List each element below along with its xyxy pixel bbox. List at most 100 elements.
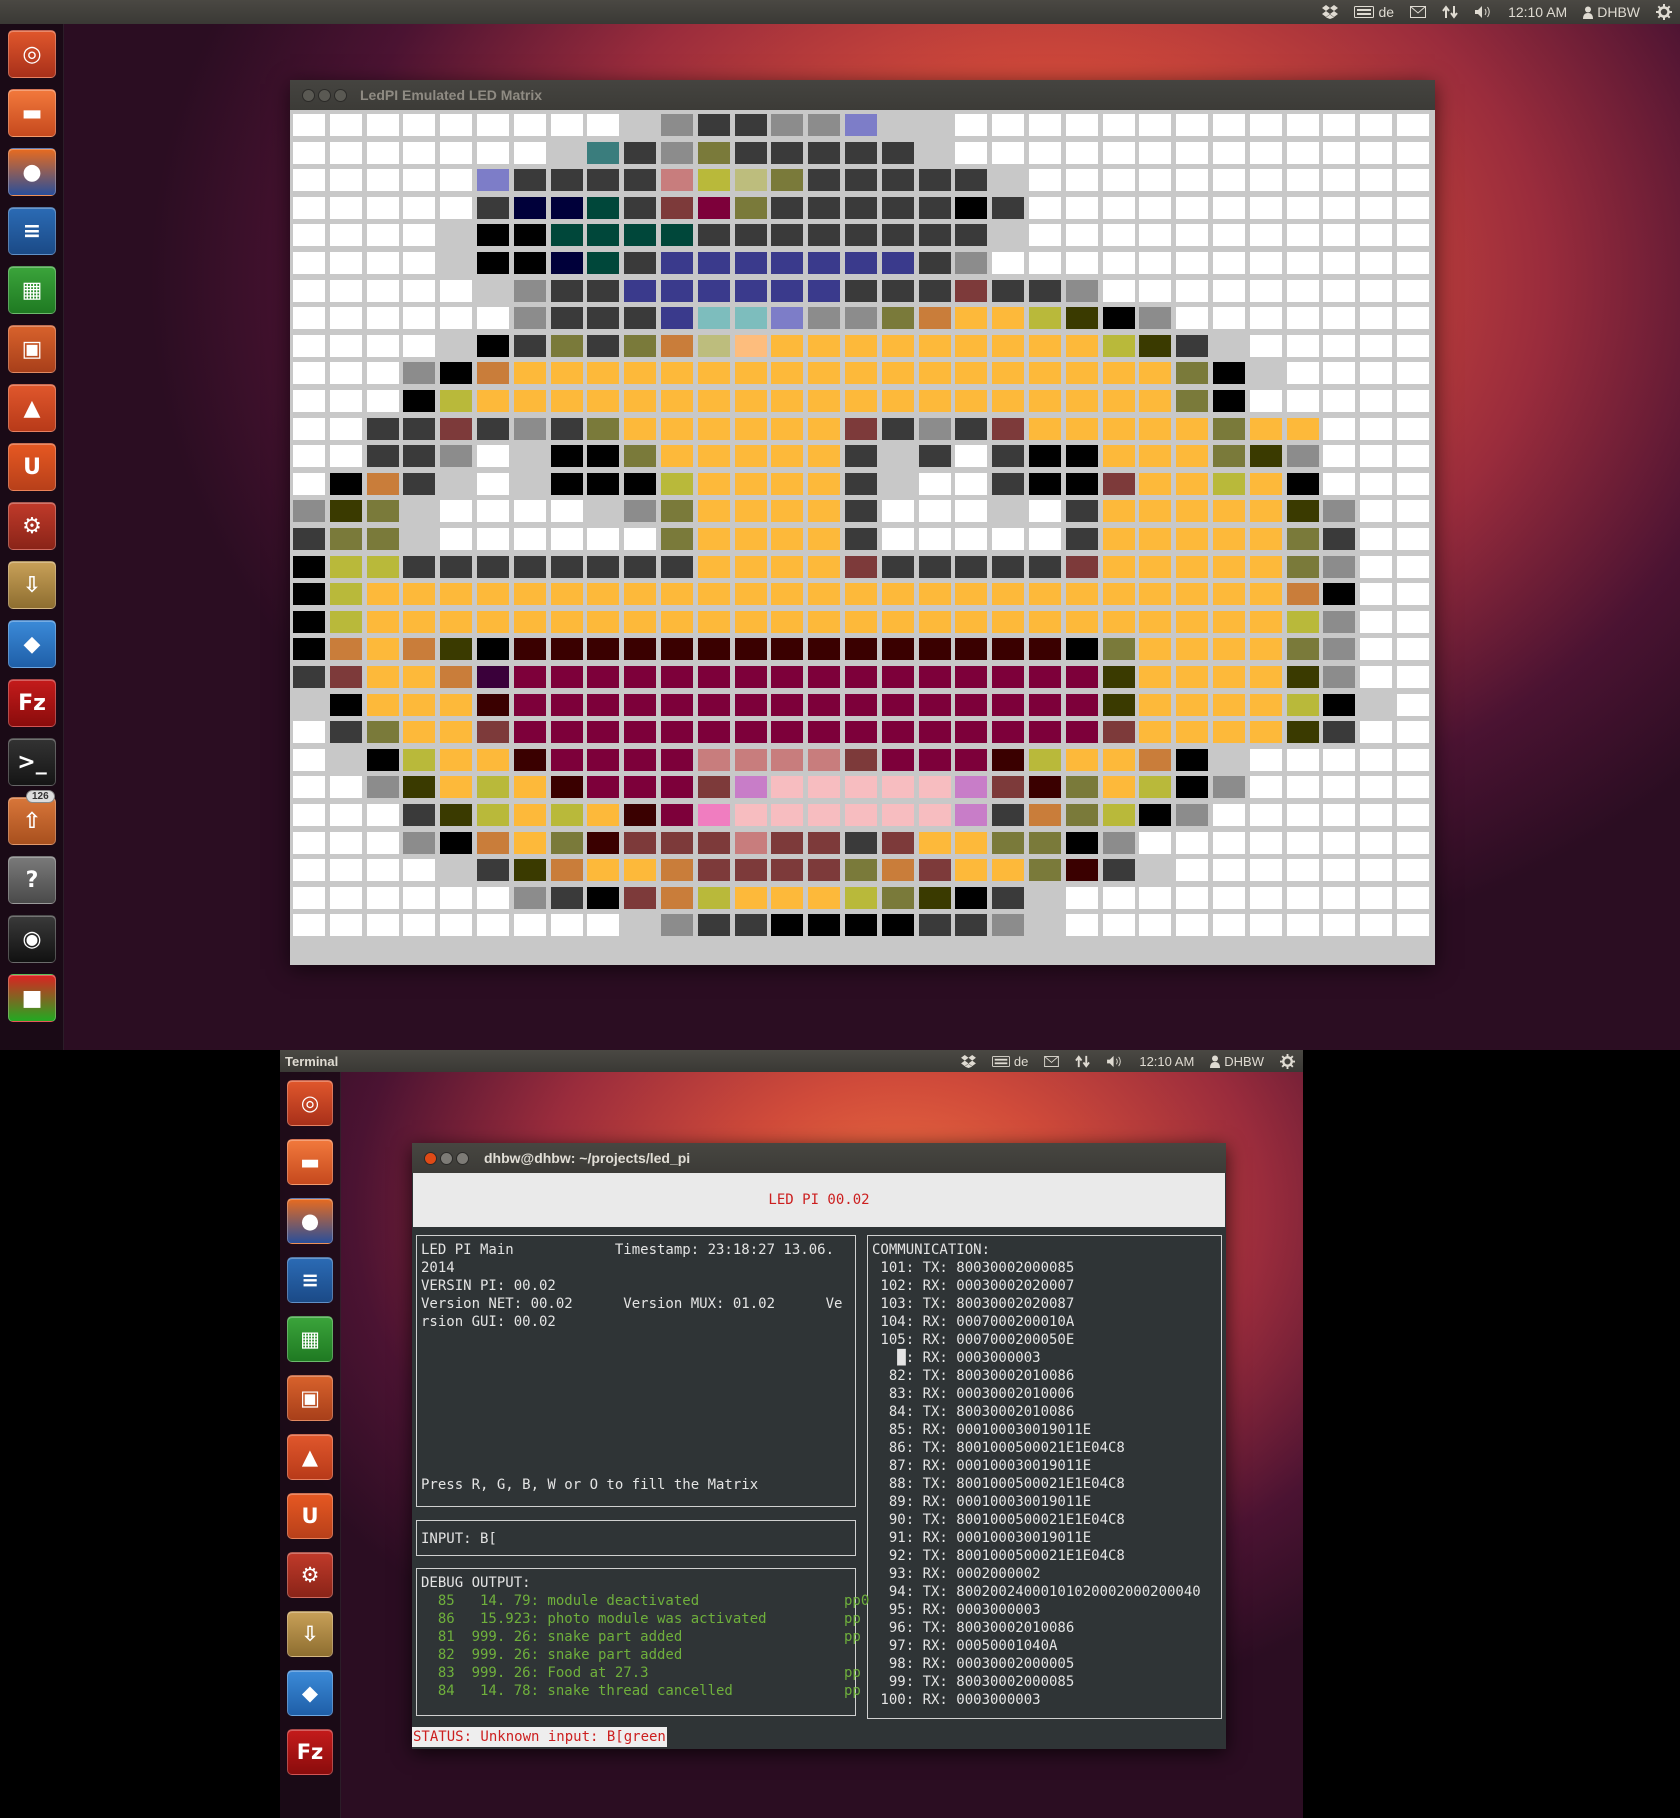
close-button[interactable] bbox=[424, 1151, 437, 1165]
led-cell bbox=[1360, 693, 1393, 716]
maximize-button[interactable] bbox=[456, 1151, 469, 1165]
writer-launcher-icon[interactable]: ≡ bbox=[287, 1257, 333, 1303]
system-settings-launcher-icon[interactable]: ⚙ bbox=[8, 502, 56, 550]
volume-icon[interactable] bbox=[1466, 5, 1500, 19]
dropbox-indicator-icon[interactable] bbox=[953, 1054, 984, 1068]
clock-label[interactable]: 12:10 AM bbox=[1500, 4, 1575, 20]
archive-manager-launcher-icon[interactable]: ⇧ bbox=[8, 797, 56, 845]
minimize-button[interactable] bbox=[318, 88, 331, 102]
led-cell bbox=[1139, 914, 1172, 937]
led-cell bbox=[477, 748, 509, 771]
led-cell bbox=[1360, 279, 1393, 302]
led-cell bbox=[1323, 776, 1356, 799]
led-cell bbox=[1323, 721, 1356, 744]
led-cell bbox=[808, 859, 841, 882]
led-cell bbox=[1397, 169, 1429, 192]
user-menu[interactable]: DHBW bbox=[1202, 1054, 1272, 1069]
keyboard-indicator[interactable]: de bbox=[1346, 4, 1402, 20]
system-settings-launcher-icon[interactable]: ⚙ bbox=[287, 1552, 333, 1598]
dropbox-launcher-icon[interactable]: ◆ bbox=[287, 1670, 333, 1716]
led-cell bbox=[440, 693, 473, 716]
writer-launcher-icon[interactable]: ≡ bbox=[8, 207, 56, 255]
ubuntu-home-launcher-icon[interactable]: ◎ bbox=[287, 1080, 333, 1126]
ubuntu-home-launcher-icon[interactable]: ◎ bbox=[8, 30, 56, 78]
software-center-launcher-icon[interactable]: ▲ bbox=[8, 384, 56, 432]
dropbox-launcher-icon[interactable]: ◆ bbox=[8, 620, 56, 668]
firefox-launcher-icon[interactable]: ● bbox=[287, 1198, 333, 1244]
led-cell bbox=[881, 721, 914, 744]
led-cell bbox=[550, 279, 583, 302]
mail-icon[interactable] bbox=[1402, 6, 1434, 18]
dropbox-indicator-icon[interactable] bbox=[1314, 5, 1346, 19]
filezilla-launcher-icon[interactable]: Fz bbox=[8, 679, 56, 727]
impress-launcher-icon[interactable]: ▣ bbox=[287, 1375, 333, 1421]
led-cell bbox=[477, 859, 509, 882]
main-info-box bbox=[416, 1235, 856, 1507]
led-cell bbox=[1360, 417, 1393, 440]
led-cell bbox=[1065, 334, 1098, 357]
led-cell bbox=[1139, 804, 1172, 826]
keyboard-indicator[interactable]: de bbox=[984, 1054, 1036, 1069]
clock-label[interactable]: 12:10 AM bbox=[1131, 1054, 1202, 1069]
calc-launcher-icon[interactable]: ▦ bbox=[287, 1316, 333, 1362]
volume-icon[interactable] bbox=[1098, 1055, 1131, 1068]
ubuntu-one-launcher-icon[interactable]: U bbox=[8, 443, 56, 491]
led-cell bbox=[808, 224, 841, 247]
ubuntu-one-launcher-icon[interactable]: U bbox=[287, 1493, 333, 1539]
software-center-launcher-icon[interactable]: ▲ bbox=[287, 1434, 333, 1480]
led-cell bbox=[329, 914, 362, 937]
network-icon[interactable] bbox=[1067, 1054, 1098, 1069]
network-icon[interactable] bbox=[1434, 4, 1466, 20]
led-cell bbox=[661, 224, 693, 247]
led-cell bbox=[1176, 831, 1209, 854]
terminal-launcher-icon[interactable]: >_ bbox=[8, 738, 56, 786]
led-cell bbox=[1360, 666, 1393, 688]
calc-launcher-icon[interactable]: ▦ bbox=[8, 266, 56, 314]
led-cell bbox=[1176, 141, 1209, 164]
led-cell bbox=[1029, 445, 1061, 468]
led-cell bbox=[697, 831, 730, 854]
maximize-button[interactable] bbox=[334, 88, 347, 102]
led-cell bbox=[808, 279, 841, 302]
led-cell bbox=[1397, 500, 1429, 523]
user-menu[interactable]: DHBW bbox=[1575, 4, 1648, 20]
webcam-launcher-icon[interactable]: ◉ bbox=[8, 915, 56, 963]
led-cell bbox=[1065, 472, 1098, 495]
workspaces-launcher-icon[interactable]: ■ bbox=[8, 974, 56, 1022]
session-gear-icon[interactable] bbox=[1272, 1053, 1303, 1069]
led-cell bbox=[587, 114, 620, 136]
mail-icon[interactable] bbox=[1036, 1055, 1067, 1067]
firefox-launcher-icon[interactable]: ● bbox=[8, 148, 56, 196]
led-window-titlebar[interactable]: LedPI Emulated LED Matrix bbox=[290, 80, 1435, 110]
led-cell bbox=[403, 583, 436, 606]
help-launcher-icon[interactable]: ? bbox=[8, 856, 56, 904]
minimize-button[interactable] bbox=[440, 1151, 453, 1165]
led-cell bbox=[1139, 362, 1172, 385]
led-cell bbox=[1213, 472, 1245, 495]
led-cell bbox=[1065, 886, 1098, 909]
update-manager-launcher-icon[interactable]: ⇩ bbox=[287, 1611, 333, 1657]
led-cell bbox=[1397, 334, 1429, 357]
led-cell bbox=[513, 693, 546, 716]
led-cell bbox=[513, 307, 546, 330]
files-launcher-icon[interactable]: ▬ bbox=[287, 1139, 333, 1185]
led-cell bbox=[403, 693, 436, 716]
update-manager-launcher-icon[interactable]: ⇩ bbox=[8, 561, 56, 609]
led-cell bbox=[955, 831, 988, 854]
impress-launcher-icon[interactable]: ▣ bbox=[8, 325, 56, 373]
filezilla-launcher-icon[interactable]: Fz bbox=[287, 1729, 333, 1775]
close-button[interactable] bbox=[302, 88, 315, 102]
files-launcher-icon[interactable]: ▬ bbox=[8, 89, 56, 137]
led-cell bbox=[1102, 362, 1135, 385]
communication-line: 86: TX: 8001000500021E1E04C8 bbox=[872, 1440, 1125, 1456]
system-settings-icon: ⚙ bbox=[300, 1563, 320, 1587]
led-cell bbox=[771, 445, 804, 468]
led-cell bbox=[771, 914, 804, 937]
session-gear-icon[interactable] bbox=[1648, 4, 1680, 20]
terminal-titlebar[interactable]: dhbw@dhbw: ~/projects/led_pi bbox=[412, 1143, 1226, 1173]
led-cell bbox=[918, 169, 951, 192]
input-field[interactable]: INPUT: B[ bbox=[421, 1530, 497, 1548]
led-cell bbox=[1286, 748, 1319, 771]
led-cell bbox=[808, 472, 841, 495]
debug-line: 83 999. 26: Food at 27.3 bbox=[421, 1665, 649, 1681]
